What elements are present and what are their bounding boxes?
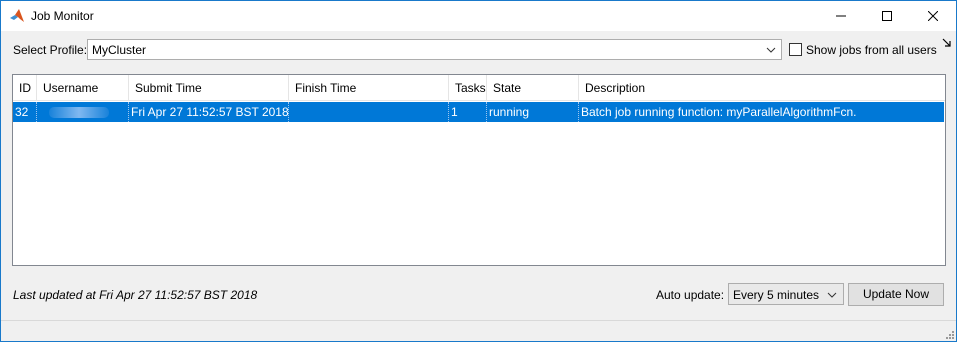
column-header-submit-time[interactable]: Submit Time: [129, 75, 289, 101]
close-icon: [928, 11, 938, 21]
auto-update-label: Auto update:: [656, 288, 725, 302]
chevron-down-icon: [766, 47, 776, 53]
last-updated-status: Last updated at Fri Apr 27 11:52:57 BST …: [13, 288, 258, 302]
matlab-logo-icon: [10, 9, 24, 22]
show-all-users-checkbox[interactable]: [789, 43, 802, 56]
column-header-state[interactable]: State: [487, 75, 579, 101]
table-header: ID Username Submit Time Finish Time Task…: [13, 75, 945, 101]
column-header-tasks[interactable]: Tasks: [449, 75, 487, 101]
auto-update-dropdown[interactable]: Every 5 minutes: [728, 283, 844, 305]
redacted-username-blur: [49, 107, 109, 118]
cell-finish-time: [289, 102, 449, 122]
show-all-users-label[interactable]: Show jobs from all users: [806, 43, 937, 57]
cell-username: [37, 102, 129, 122]
status-divider: [1, 320, 956, 321]
cell-id: 32: [13, 102, 37, 122]
minimize-button[interactable]: [818, 1, 864, 31]
update-now-button[interactable]: Update Now: [848, 283, 944, 306]
table-row[interactable]: 32 Fri Apr 27 11:52:57 BST 2018 1 runnin…: [13, 102, 944, 122]
title-bar[interactable]: Job Monitor: [1, 1, 956, 31]
close-button[interactable]: [910, 1, 956, 31]
undock-arrow-icon[interactable]: [942, 38, 951, 47]
maximize-icon: [882, 11, 892, 21]
cell-submit-time: Fri Apr 27 11:52:57 BST 2018: [129, 102, 289, 122]
auto-update-value: Every 5 minutes: [733, 288, 820, 302]
cell-state: running: [487, 102, 579, 122]
column-header-description[interactable]: Description: [579, 75, 945, 101]
column-header-username[interactable]: Username: [37, 75, 129, 101]
jobs-table: ID Username Submit Time Finish Time Task…: [12, 74, 946, 266]
window-title: Job Monitor: [31, 9, 94, 23]
minimize-icon: [836, 15, 846, 17]
resize-grip-icon[interactable]: [944, 329, 955, 340]
select-profile-label: Select Profile:: [13, 43, 88, 57]
cell-tasks: 1: [449, 102, 487, 122]
job-monitor-window: Job Monitor Select Profile: MyCluster Sh…: [0, 0, 957, 342]
cell-description: Batch job running function: myParallelAl…: [581, 105, 857, 119]
profile-value: MyCluster: [92, 43, 147, 57]
chevron-down-icon: [827, 292, 837, 298]
profile-dropdown[interactable]: MyCluster: [87, 39, 782, 60]
maximize-button[interactable]: [864, 1, 910, 31]
column-header-finish-time[interactable]: Finish Time: [289, 75, 449, 101]
column-header-id[interactable]: ID: [13, 75, 37, 101]
